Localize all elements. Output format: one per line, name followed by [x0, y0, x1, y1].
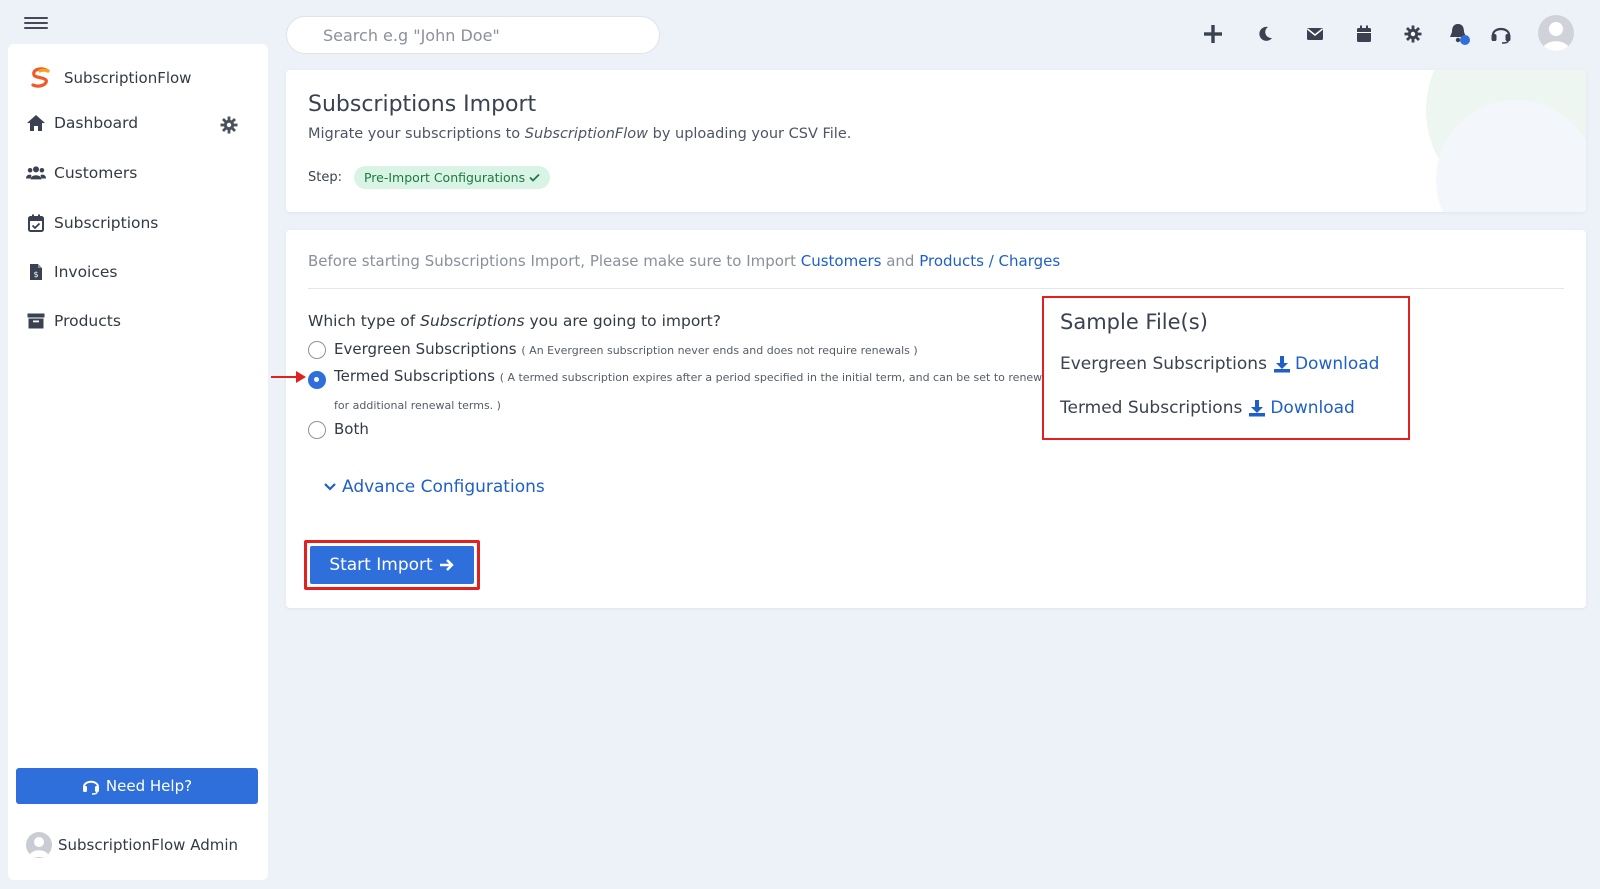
sidebar-item-label: Products: [54, 312, 121, 330]
gear-icon[interactable]: [1400, 21, 1426, 47]
sidebar-item-subscriptions[interactable]: Subscriptions: [26, 214, 256, 232]
advance-label: Advance Configurations: [342, 477, 545, 497]
download-evergreen-link[interactable]: Download: [1273, 354, 1380, 374]
avatar: [26, 832, 52, 858]
arrow-right-icon: [439, 559, 454, 571]
page-subtitle: Migrate your subscriptions to Subscripti…: [308, 126, 851, 142]
import-type-question: Which type of Subscriptions you are goin…: [308, 312, 721, 330]
sample-files-box: Sample File(s) Evergreen Subscriptions D…: [1042, 296, 1410, 440]
sidebar-item-invoices[interactable]: $ Invoices: [26, 263, 256, 281]
question-suffix: you are going to import?: [524, 312, 721, 330]
sidebar: SubscriptionFlow Dashboard Customers Sub…: [8, 44, 268, 880]
step-value: Pre-Import Configurations: [363, 170, 526, 185]
option-both[interactable]: Both: [308, 420, 369, 439]
chevron-down-icon: [324, 483, 336, 491]
sidebar-item-label: Dashboard: [54, 114, 139, 132]
option-termed[interactable]: Termed Subscriptions ( A termed subscrip…: [271, 363, 1044, 419]
sample-row-evergreen: Evergreen Subscriptions Download: [1060, 354, 1379, 374]
option-label: Evergreen Subscriptions: [334, 340, 517, 358]
download-termed-link[interactable]: Download: [1248, 398, 1355, 418]
sample-row-termed: Termed Subscriptions Download: [1060, 398, 1355, 418]
evergreen-radio[interactable]: [308, 341, 326, 359]
sidebar-item-label: Subscriptions: [54, 214, 159, 232]
admin-name: SubscriptionFlow Admin: [58, 836, 239, 854]
checkmark-icon: [529, 173, 540, 182]
brand[interactable]: SubscriptionFlow: [28, 66, 191, 90]
sidebar-item-customers[interactable]: Customers: [26, 164, 256, 182]
subtitle-prefix: Migrate your subscriptions to: [308, 126, 525, 142]
import-options-card: Before starting Subscriptions Import, Pl…: [271, 230, 1586, 608]
download-icon: [1273, 356, 1290, 373]
note-and: and: [881, 252, 920, 270]
start-import-label: Start Import: [329, 555, 433, 575]
admin-user[interactable]: SubscriptionFlow Admin: [26, 832, 238, 858]
calendar-icon[interactable]: [1351, 21, 1377, 47]
invoice-icon: $: [26, 263, 46, 281]
download-label: Download: [1270, 398, 1355, 418]
option-label: Termed Subscriptions: [334, 367, 495, 385]
home-icon: [26, 114, 46, 132]
notification-dot: [1460, 35, 1470, 45]
need-help-button[interactable]: Need Help?: [16, 768, 258, 804]
advance-configurations-toggle[interactable]: Advance Configurations: [324, 477, 545, 497]
sidebar-item-label: Customers: [54, 164, 138, 182]
subscriptionflow-logo-icon: [31, 67, 50, 88]
option-evergreen[interactable]: Evergreen Subscriptions ( An Evergreen s…: [308, 340, 918, 359]
search-input[interactable]: [286, 16, 660, 54]
moon-icon[interactable]: [1252, 21, 1278, 47]
question-prefix: Which type of: [308, 312, 421, 330]
archive-box-icon: [26, 312, 46, 330]
envelope-icon[interactable]: [1302, 21, 1328, 47]
page-title: Subscriptions Import: [308, 92, 537, 117]
note-prefix: Before starting Subscriptions Import, Pl…: [308, 252, 801, 270]
divider: [308, 288, 1564, 289]
subtitle-brand: SubscriptionFlow: [524, 126, 648, 142]
start-import-button[interactable]: Start Import: [310, 546, 474, 584]
dashboard-settings-gear-icon[interactable]: [220, 116, 238, 134]
users-icon: [26, 164, 46, 182]
plus-icon[interactable]: [1200, 21, 1226, 47]
bell-icon[interactable]: [1445, 20, 1471, 46]
hamburger-menu-icon[interactable]: [24, 14, 48, 32]
calendar-check-icon: [26, 214, 46, 232]
sample-label: Termed Subscriptions: [1060, 398, 1243, 418]
products-charges-link[interactable]: Products / Charges: [919, 252, 1060, 270]
download-icon: [1249, 400, 1266, 417]
red-arrow-icon: [271, 371, 306, 383]
sidebar-item-label: Invoices: [54, 263, 118, 281]
option-description: ( An Evergreen subscription never ends a…: [521, 344, 918, 357]
question-em: Subscriptions: [420, 312, 525, 330]
sidebar-item-products[interactable]: Products: [26, 312, 256, 330]
step-label: Step:: [308, 170, 342, 185]
need-help-label: Need Help?: [105, 777, 193, 795]
option-label: Both: [334, 420, 369, 438]
download-label: Download: [1294, 354, 1380, 374]
sample-label: Evergreen Subscriptions: [1060, 354, 1267, 374]
headset-icon: [82, 780, 99, 795]
brand-name: SubscriptionFlow: [64, 69, 192, 87]
headset-icon[interactable]: [1488, 21, 1514, 47]
termed-radio[interactable]: [308, 371, 326, 389]
subtitle-suffix: by uploading your CSV File.: [648, 126, 852, 142]
import-header-card: Subscriptions Import Migrate your subscr…: [286, 70, 1586, 212]
svg-text:$: $: [33, 270, 38, 279]
customers-link[interactable]: Customers: [801, 252, 882, 270]
both-radio[interactable]: [308, 421, 326, 439]
user-avatar[interactable]: [1538, 15, 1574, 51]
import-prerequisite-note: Before starting Subscriptions Import, Pl…: [308, 252, 1060, 270]
status-badge: Pre-Import Configurations: [353, 166, 551, 189]
step-indicator: Step: Pre-Import Configurations: [308, 166, 551, 189]
sample-files-title: Sample File(s): [1060, 310, 1208, 334]
